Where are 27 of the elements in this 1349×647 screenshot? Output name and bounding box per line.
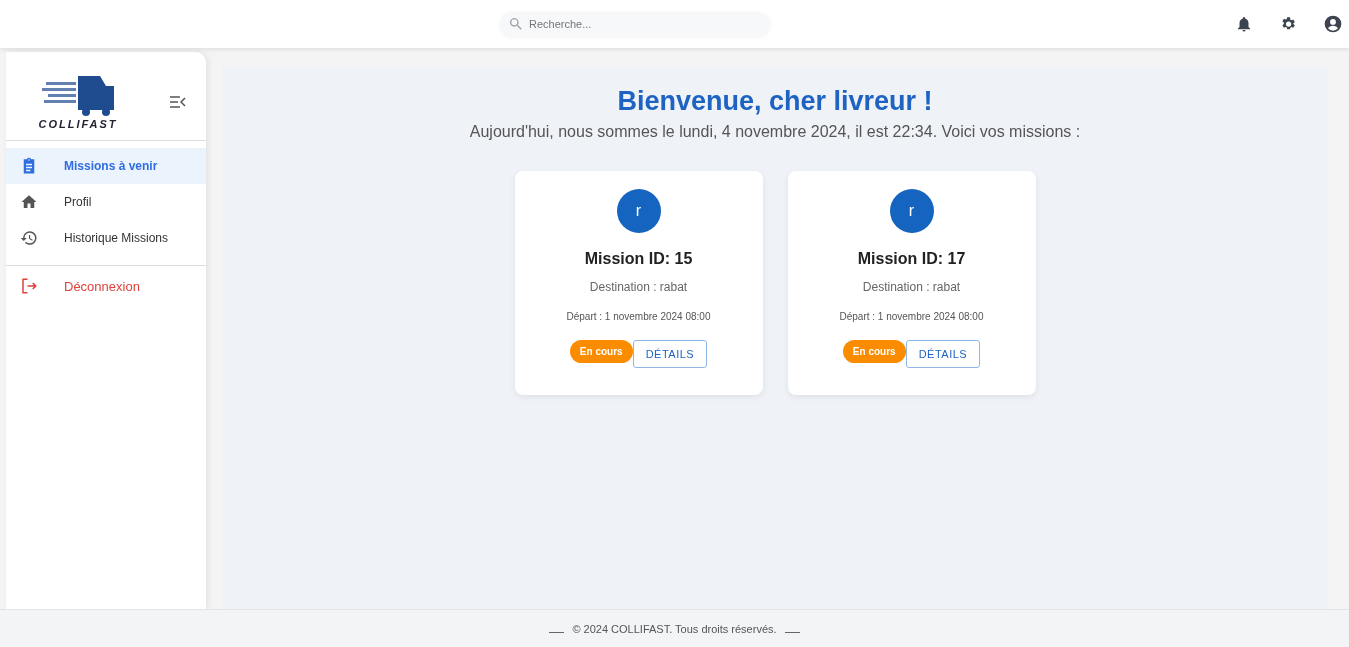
logout-link[interactable]: Déconnexion	[6, 268, 206, 304]
sidebar-item[interactable]: Profil	[6, 184, 206, 220]
welcome-title: Bienvenue, cher livreur !	[617, 86, 933, 117]
status-badge: En cours	[842, 340, 906, 363]
copyright-text: © 2024 COLLIFAST. Tous droits réservés.	[572, 622, 777, 635]
search-field[interactable]: Recherche...	[500, 12, 770, 36]
details-button[interactable]: DÉTAILS	[905, 340, 981, 368]
status-badge: En cours	[569, 340, 633, 363]
date-subtitle: Aujourd'hui, nous sommes le lundi, 4 novembre 2024, il est 22:34. Voici vos missions :	[469, 123, 1081, 141]
mission-title: Mission ID: 15	[584, 250, 693, 268]
notification-bell-icon[interactable]	[1235, 15, 1253, 33]
sidebar-item[interactable]: Missions à venir	[6, 148, 206, 184]
account-icon[interactable]	[1323, 14, 1343, 34]
details-button[interactable]: DÉTAILS	[632, 340, 708, 368]
departure-text: Départ : 1 novembre 2024 08:00	[839, 311, 984, 322]
history-icon	[20, 229, 38, 247]
departure-text: Départ : 1 novembre 2024 08:00	[566, 311, 711, 322]
home-icon	[20, 193, 38, 211]
sidebar-item[interactable]: Historique Missions	[6, 220, 206, 256]
logout-icon	[20, 277, 38, 295]
logo-text: COLLIFAST	[38, 118, 118, 130]
collapse-menu-icon[interactable]	[170, 96, 186, 108]
avatar: r	[616, 189, 661, 233]
mission-title: Mission ID: 17	[857, 250, 966, 268]
destination-text: Destination : rabat	[862, 280, 961, 294]
avatar: r	[889, 189, 934, 233]
destination-text: Destination : rabat	[589, 280, 688, 294]
